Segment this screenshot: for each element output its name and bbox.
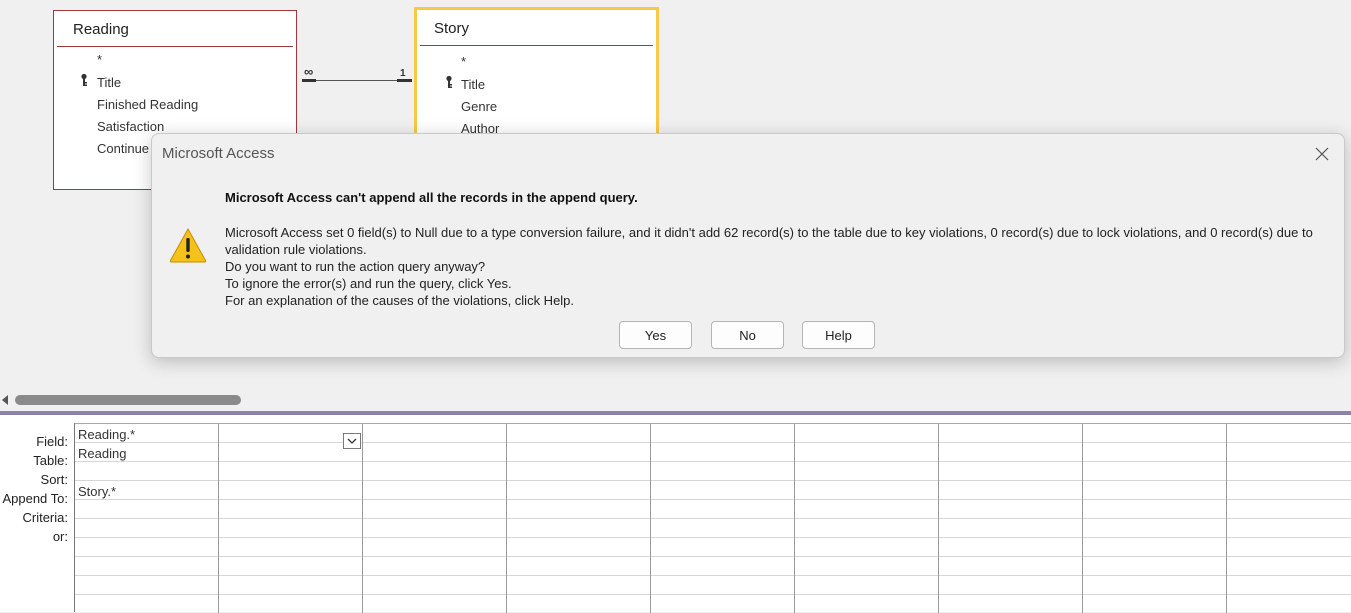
primary-key-icon	[81, 73, 87, 86]
grid-row-labels: Field: Table: Sort: Append To: Criteria:…	[0, 415, 74, 612]
field-dropdown-button[interactable]	[343, 433, 361, 449]
dialog-message: Microsoft Access set 0 field(s) to Null …	[225, 224, 1333, 309]
dialog-heading: Microsoft Access can't append all the re…	[225, 190, 638, 205]
row-label-field: Field:	[36, 434, 68, 449]
grid-column[interactable]	[219, 424, 363, 613]
dialog-help-instruction: For an explanation of the causes of the …	[225, 293, 575, 308]
primary-key-icon	[446, 75, 452, 88]
yes-button[interactable]: Yes	[619, 321, 692, 349]
table-cell[interactable]: Reading	[78, 446, 126, 461]
field-list-item[interactable]: Genre	[461, 99, 497, 114]
query-design-grid: Field: Table: Sort: Append To: Criteria:…	[0, 415, 1351, 613]
table-story[interactable]: Story * Title Genre Author	[414, 7, 659, 142]
dialog-question: Do you want to run the action query anyw…	[225, 259, 486, 274]
row-label-criteria: Criteria:	[22, 510, 68, 525]
field-list-item[interactable]: Finished Reading	[97, 97, 198, 112]
field-list-item[interactable]: Title	[461, 77, 485, 92]
dialog-ignore-instruction: To ignore the error(s) and run the query…	[225, 276, 512, 291]
field-list-item[interactable]: Satisfaction	[97, 119, 164, 134]
field-list-item[interactable]: Continue	[97, 141, 149, 156]
grid-column[interactable]	[507, 424, 651, 613]
scroll-left-arrow-icon[interactable]	[2, 395, 8, 405]
table-title: Story	[420, 10, 653, 46]
relationship-line-end	[302, 79, 316, 82]
grid-column[interactable]	[363, 424, 507, 613]
field-list-item[interactable]: Title	[97, 75, 121, 90]
grid-column[interactable]	[795, 424, 939, 613]
chevron-down-icon	[347, 438, 357, 444]
close-icon[interactable]	[1312, 144, 1332, 164]
relationship-one-label: 1	[400, 68, 406, 79]
no-button[interactable]: No	[711, 321, 784, 349]
relationship-line[interactable]	[302, 80, 412, 81]
grid-column[interactable]	[939, 424, 1083, 613]
grid-column[interactable]	[651, 424, 795, 613]
table-title: Reading	[57, 11, 293, 47]
dialog-message-text: Microsoft Access set 0 field(s) to Null …	[225, 225, 1313, 257]
relationship-line-end	[397, 79, 412, 82]
field-cell[interactable]: Reading.*	[78, 427, 135, 442]
help-button[interactable]: Help	[802, 321, 875, 349]
grid-column[interactable]	[1227, 424, 1351, 613]
field-list-item[interactable]: *	[97, 52, 102, 67]
field-list-item[interactable]: *	[461, 54, 466, 69]
warning-icon	[169, 227, 207, 263]
row-label-sort: Sort:	[40, 472, 68, 487]
dialog-title: Microsoft Access	[162, 145, 275, 162]
relationship-many-label: ∞	[304, 64, 314, 79]
grid-column[interactable]	[1083, 424, 1227, 613]
row-label-table: Table:	[33, 453, 68, 468]
design-horizontal-scrollbar[interactable]	[0, 391, 1351, 409]
grid-cells[interactable]: Reading.* Reading Story.*	[74, 423, 1351, 613]
row-label-or: or:	[52, 529, 68, 544]
scrollbar-thumb[interactable]	[15, 395, 241, 405]
append-to-cell[interactable]: Story.*	[78, 484, 116, 499]
row-label-append-to: Append To:	[2, 491, 68, 506]
append-error-dialog: Microsoft Access Microsoft Access can't …	[151, 133, 1345, 358]
